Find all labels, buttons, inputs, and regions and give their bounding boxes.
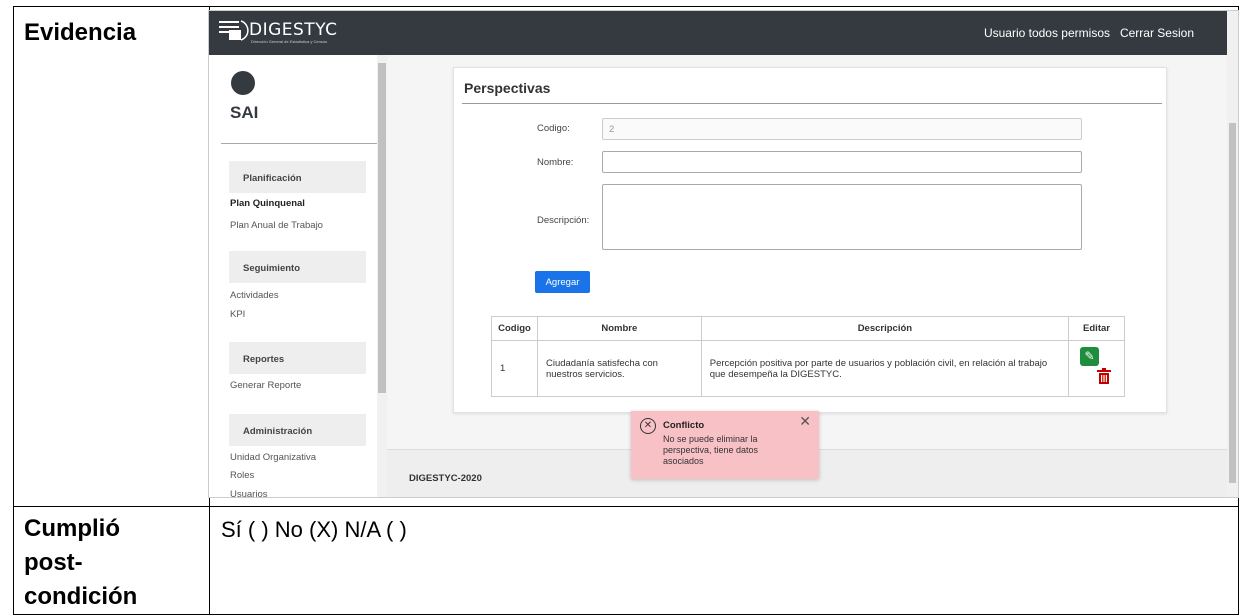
toast-title: Conflicto (663, 420, 705, 431)
trash-icon[interactable] (1097, 368, 1111, 384)
page-scrollbar[interactable] (1227, 11, 1238, 497)
brand-title: SAI (230, 103, 259, 122)
codigo-field[interactable]: 2 (602, 118, 1082, 140)
sidebar-item-plan-anual[interactable]: Plan Anual de Trabajo (230, 220, 323, 231)
cell-codigo: 1 (491, 340, 538, 397)
sidebar-item-actividades[interactable]: Actividades (230, 290, 279, 301)
sidebar-divider (221, 143, 379, 144)
header-codigo: Codigo (491, 316, 538, 341)
postcondition-label-line-1: Cumplió (24, 515, 120, 542)
postcondition-label-line-2: post- (24, 549, 83, 576)
perspectivas-table: Codigo Nombre Descripción Editar 1 Ciuda… (491, 316, 1125, 397)
edit-icon[interactable]: ✎ (1080, 347, 1099, 366)
agregar-button[interactable]: Agregar (535, 271, 590, 293)
logout-link[interactable]: Cerrar Sesion (1120, 26, 1194, 40)
cell-descripcion: Percepción positiva por parte de usuario… (700, 340, 1070, 397)
logo-text: DIGESTYC (249, 20, 338, 40)
toast-message: No se puede eliminar la perspectiva, tie… (663, 434, 759, 466)
evidence-label: Evidencia (24, 19, 137, 46)
postcondition-label-line-3: condición (24, 583, 138, 610)
descripcion-field[interactable] (602, 184, 1082, 250)
page-title: Perspectivas (464, 80, 551, 96)
sidebar-item-generar-reporte[interactable]: Generar Reporte (230, 380, 301, 391)
sidebar-section-administracion: Administración (229, 414, 366, 446)
title-divider (462, 103, 1162, 104)
sidebar-section-planificacion: Planificación (229, 161, 366, 193)
nombre-field[interactable] (602, 151, 1082, 173)
building-icon (219, 20, 249, 41)
error-toast: ✕ Conflicto No se puede eliminar la pers… (631, 411, 819, 479)
sidebar-scrollbar-thumb[interactable] (378, 63, 386, 393)
footer-text: DIGESTYC-2020 (409, 473, 482, 484)
sidebar-item-plan-quinquenal[interactable]: Plan Quinquenal (230, 198, 305, 209)
sidebar-section-seguimiento: Seguimiento (229, 251, 366, 283)
user-link[interactable]: Usuario todos permisos (984, 26, 1110, 40)
brand-logo-icon (231, 71, 255, 95)
row-divider (14, 506, 1238, 507)
sidebar-item-roles[interactable]: Roles (230, 470, 254, 481)
nombre-label: Nombre: (537, 157, 574, 168)
sidebar-item-unidad-organizativa[interactable]: Unidad Organizativa (230, 452, 316, 463)
logo-subtext: Dirección General de Estadística y Censo… (251, 39, 328, 44)
error-icon: ✕ (640, 418, 656, 434)
sidebar-section-reportes: Reportes (229, 342, 366, 374)
descripcion-label: Descripción: (537, 215, 590, 226)
page-scrollbar-thumb[interactable] (1229, 123, 1236, 483)
close-icon[interactable]: ✕ (799, 413, 811, 430)
postcondition-label: Cumplió post- condición (24, 512, 204, 614)
top-navbar: DIGESTYC Dirección General de Estadístic… (209, 11, 1238, 55)
header-editar: Editar (1068, 316, 1125, 341)
app-logo[interactable]: DIGESTYC (219, 19, 338, 41)
sidebar-scrollbar[interactable] (377, 55, 387, 497)
table-header-row: Codigo Nombre Descripción Editar (491, 316, 1125, 341)
header-nombre: Nombre (536, 316, 702, 341)
perspectivas-card: Perspectivas Codigo: 2 Nombre: Descripci… (453, 67, 1167, 413)
app-screenshot: DIGESTYC Dirección General de Estadístic… (208, 10, 1239, 498)
cell-nombre: Ciudadanía satisfecha con nuestros servi… (536, 340, 702, 397)
header-descripcion: Descripción (700, 316, 1070, 341)
codigo-label: Codigo: (537, 123, 570, 134)
sidebar-item-usuarios[interactable]: Usuarios (230, 489, 268, 497)
postcondition-value: Sí ( ) No (X) N/A ( ) (221, 517, 407, 542)
table-row: 1 Ciudadanía satisfecha con nuestros ser… (491, 340, 1125, 397)
sidebar-item-kpi[interactable]: KPI (230, 309, 245, 320)
